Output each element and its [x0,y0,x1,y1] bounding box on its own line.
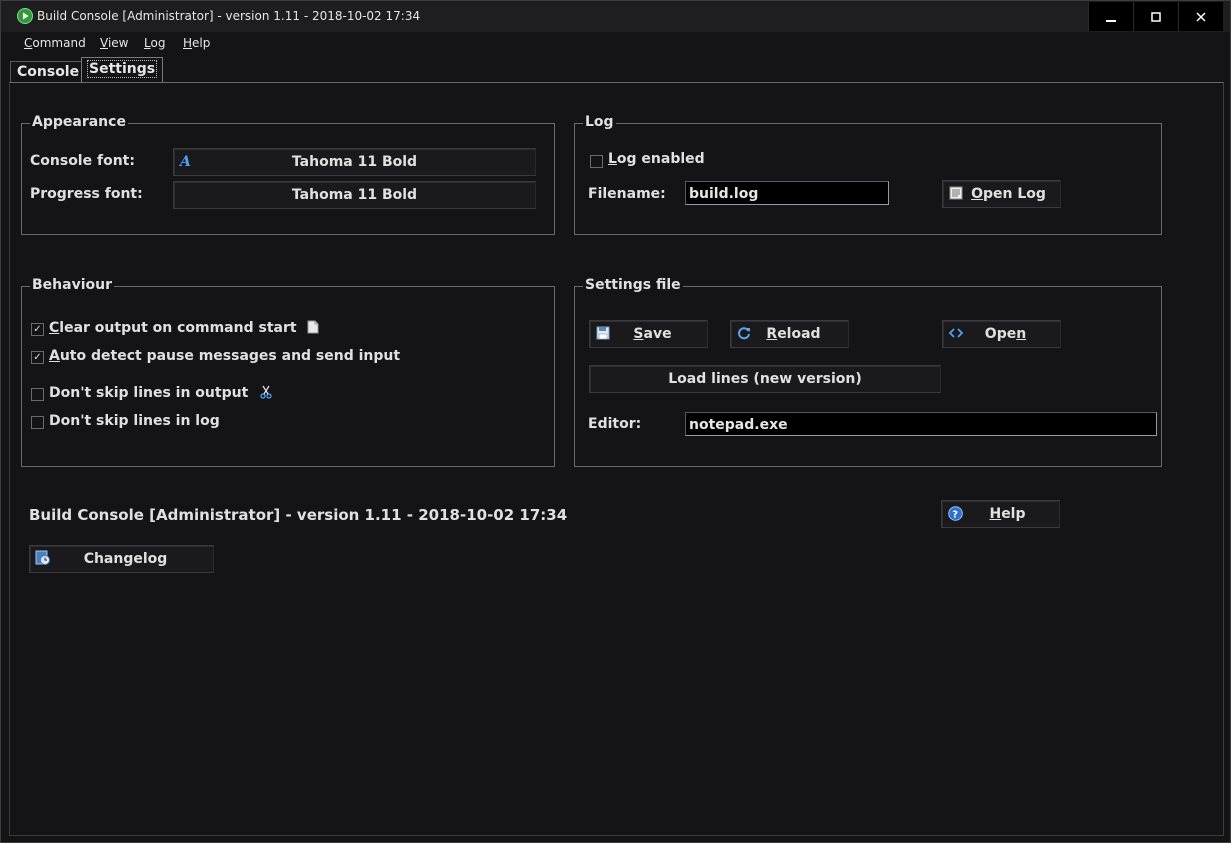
tab-bar: Console Settings [1,57,1230,83]
window-title: Build Console [Administrator] - version … [37,9,421,23]
clear-output-text: lear output on command start [59,320,297,336]
skip-lines-log-label[interactable]: Don't skip lines in log [49,413,220,429]
open-log-button[interactable]: Open Log [942,180,1061,208]
settings-file-group: Settings file Save Reload Open Load line… [574,277,1162,467]
log-group: Log Log enabled Filename: build.log Open… [574,114,1162,235]
app-window: Build Console [Administrator] - version … [0,0,1231,843]
auto-detect-mnemonic: A [49,348,60,364]
maximize-icon [1151,11,1161,22]
auto-detect-text: uto detect pause messages and send input [59,348,401,364]
filename-label: Filename: [588,186,666,202]
filename-input[interactable]: build.log [685,181,889,205]
help-icon: ? [947,505,963,521]
minimize-button[interactable] [1088,2,1133,31]
close-button[interactable] [1178,2,1223,31]
console-font-button[interactable]: A Tahoma 11 Bold [173,148,536,176]
svg-text:?: ? [952,509,958,520]
log-enabled-text: og enabled [616,151,705,167]
behaviour-title: Behaviour [30,277,114,293]
editor-label: Editor: [588,416,642,432]
progress-font-label: Progress font: [30,186,143,202]
tab-settings[interactable]: Settings [81,57,164,83]
behaviour-group: Behaviour ✓ Clear output on command star… [21,277,555,467]
refresh-icon [736,325,752,341]
clear-output-mnemonic: C [49,320,60,336]
menu-log[interactable]: Log [144,36,165,50]
open-log-text: pen Log [982,186,1046,202]
help-button[interactable]: ? Help [941,500,1060,528]
code-icon [948,325,964,341]
reload-mnemonic: R [766,326,778,342]
reload-text: eload [777,326,821,342]
open-settings-button[interactable]: Open [942,320,1061,348]
skip-lines-output-checkbox[interactable] [31,388,44,401]
appearance-title: Appearance [30,114,128,130]
settings-file-title: Settings file [583,277,683,293]
load-lines-button[interactable]: Load lines (new version) [589,365,941,393]
skip-lines-log-text: Don't skip lines in log [49,413,220,429]
menu-help-label: elp [192,36,211,50]
menu-command-label: ommand [32,36,86,50]
tab-console-label: Console [17,64,80,80]
font-icon: A [179,153,195,169]
console-font-label: Console font: [30,153,135,169]
minimize-icon [1106,19,1116,22]
save-button[interactable]: Save [589,320,708,348]
floppy-icon [595,325,611,341]
save-mnemonic: S [633,326,644,342]
progress-font-button[interactable]: Tahoma 11 Bold [173,181,536,209]
clear-output-checkbox[interactable]: ✓ [31,323,44,336]
log-enabled-checkbox[interactable] [590,155,603,168]
menu-view[interactable]: View [100,36,128,50]
log-title: Log [583,114,616,130]
tab-console[interactable]: Console [10,61,87,82]
save-text: ave [643,326,672,342]
changelog-icon [35,550,51,566]
menu-bar: Command View Log Help [1,33,1230,55]
notepad-icon [948,185,964,201]
menu-help-mnemonic: H [183,36,193,50]
log-enabled-mnemonic: L [608,151,617,167]
skip-lines-log-checkbox[interactable] [31,416,44,429]
menu-help[interactable]: Help [183,36,210,50]
skip-lines-output-text: Don't skip lines in output [49,385,249,401]
auto-detect-label[interactable]: Auto detect pause messages and send inpu… [49,348,400,364]
appearance-group: Appearance Console font: A Tahoma 11 Bol… [21,114,555,235]
log-enabled-label[interactable]: Log enabled [608,151,705,167]
menu-command[interactable]: Command [24,36,86,50]
progress-font-value: Tahoma 11 Bold [291,187,418,203]
tab-settings-label: Settings [86,60,158,78]
changelog-label: Changelog [83,551,168,567]
open-settings-text: Ope [984,326,1017,342]
close-icon [1196,11,1206,22]
skip-lines-output-label[interactable]: Don't skip lines in output [49,385,273,401]
document-icon [307,320,319,334]
menu-log-label: og [150,36,166,50]
version-text: Build Console [Administrator] - version … [29,506,568,524]
menu-view-label: iew [107,36,129,50]
reload-button[interactable]: Reload [730,320,849,348]
editor-input[interactable]: notepad.exe [685,412,1157,436]
auto-detect-checkbox[interactable]: ✓ [31,351,44,364]
scissors-icon [260,385,272,399]
title-bar[interactable]: Build Console [Administrator] - version … [1,1,1230,32]
svg-text:A: A [179,154,191,169]
open-log-mnemonic: O [971,186,983,202]
open-settings-mnemonic: n [1016,326,1027,342]
help-mnemonic: H [989,506,1002,522]
help-text: elp [1001,506,1026,522]
app-icon [17,8,33,24]
clear-output-label[interactable]: Clear output on command start [49,320,319,336]
menu-view-mnemonic: V [100,36,108,50]
load-lines-label: Load lines (new version) [668,371,862,387]
changelog-button[interactable]: Changelog [29,545,214,573]
settings-panel: Appearance Console font: A Tahoma 11 Bol… [9,82,1224,836]
maximize-button[interactable] [1133,2,1178,31]
console-font-value: Tahoma 11 Bold [291,154,418,170]
